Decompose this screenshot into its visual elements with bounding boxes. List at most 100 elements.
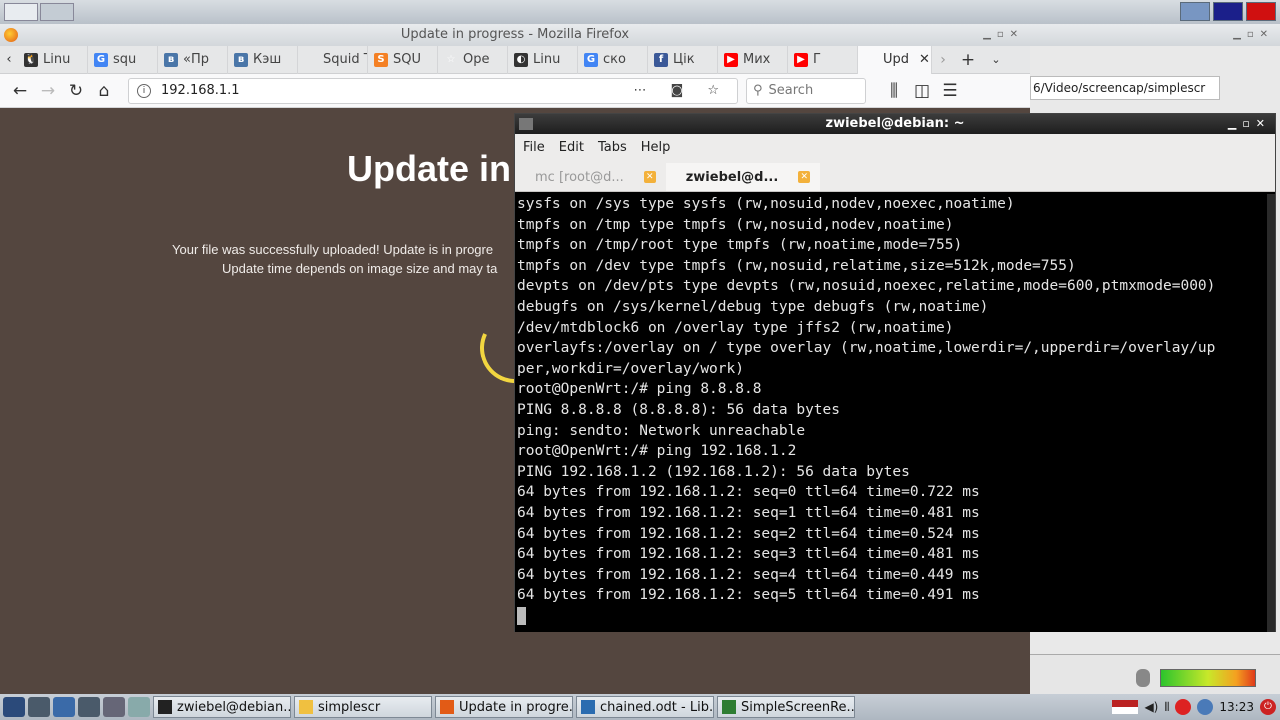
browser-tab[interactable]: в Кэш — [228, 45, 298, 74]
page-heading: Update in — [347, 148, 512, 189]
terminal-line: devpts on /dev/pts type devpts (rw,nosui… — [517, 278, 1216, 295]
tab-scroll-right-icon[interactable]: › — [932, 47, 954, 73]
navigation-toolbar: ← → ↻ ⌂ i 192.168.1.1 ⋯ ◙ ☆ ⚲ Search ⫼ ◫… — [0, 74, 1030, 108]
terminal-launcher-icon[interactable] — [78, 697, 100, 717]
menu-help[interactable]: Help — [641, 140, 671, 155]
url-bar[interactable]: i 192.168.1.1 ⋯ ◙ ☆ — [128, 77, 738, 104]
tab-list: 🐧 Linu Gsqu в «Пр в Кэш Squid T S SQU ☆ Оре ◐ Linu Gск… — [18, 45, 932, 74]
workspace-2[interactable] — [1213, 2, 1243, 21]
search-box[interactable]: ⚲ Search — [746, 77, 866, 104]
site-info-icon[interactable]: i — [137, 83, 151, 98]
browser-tab[interactable]: 🐧 Linu — [18, 45, 88, 74]
tab-label: Squid T — [323, 52, 368, 67]
terminal-line: debugfs on /sys/kernel/debug type debugf… — [517, 298, 989, 315]
audio-level-meter — [1030, 654, 1280, 694]
background-window-controls[interactable]: ▁▫✕ — [1030, 24, 1280, 46]
terminal-tab-mc[interactable]: mc [root@d... ✕ — [515, 163, 666, 191]
start-menu-icon[interactable] — [3, 697, 25, 717]
back-button[interactable]: ← — [6, 78, 34, 104]
url-text[interactable]: 192.168.1.1 — [161, 83, 240, 98]
upload-message: Your file was successfully uploaded! Upd… — [172, 242, 494, 257]
browser-tab[interactable]: Gско — [578, 45, 648, 74]
browser-tab[interactable]: ▶ Мих — [718, 45, 788, 74]
taskbar-task[interactable]: simplescr — [294, 696, 432, 718]
terminal-output[interactable]: sysfs on /sys type sysfs (rw,nosuid,node… — [515, 194, 1269, 632]
desktop-top-panel — [0, 0, 1280, 24]
close-tab-icon[interactable]: ✕ — [643, 171, 656, 183]
tab-label: SQU — [393, 52, 421, 67]
clock[interactable]: 13:23 — [1219, 700, 1254, 714]
home-button[interactable]: ⌂ — [90, 78, 118, 104]
browser-tab[interactable]: ☆ Оре — [438, 45, 508, 74]
record-icon[interactable] — [1175, 699, 1192, 715]
tab-favicon-icon: G — [584, 52, 598, 67]
close-tab-icon[interactable]: ✕ — [919, 52, 930, 67]
browser-tab[interactable]: Gsqu — [88, 45, 158, 74]
tab-list-menu-icon[interactable]: ⌄ — [982, 47, 1010, 73]
page-actions-icon[interactable]: ⋯ ◙ ☆ — [633, 83, 729, 98]
desktop-launcher[interactable] — [4, 3, 38, 21]
keyboard-layout-icon[interactable] — [1112, 700, 1139, 714]
browser-tab[interactable]: ▶ Г — [788, 45, 858, 74]
firefox-titlebar[interactable]: Update in progress - Mozilla Firefox ▁▫✕ — [0, 24, 1030, 46]
menu-tabs[interactable]: Tabs — [598, 140, 627, 155]
browser-tab[interactable]: ◐ Linu — [508, 45, 578, 74]
desktop-launcher[interactable] — [40, 3, 74, 21]
terminal-line: 64 bytes from 192.168.1.2: seq=1 ttl=64 … — [517, 504, 980, 521]
terminal-tab-zwiebel[interactable]: zwiebel@d... ✕ — [665, 163, 821, 191]
terminal-line: root@OpenWrt:/# ping 192.168.1.2 — [517, 443, 797, 460]
terminal-title: zwiebel@debian: ~ — [825, 116, 965, 131]
browser-tab[interactable]: f Цік — [648, 45, 718, 74]
window-controls[interactable]: ▁▫✕ — [983, 24, 1024, 46]
terminal-line: 64 bytes from 192.168.1.2: seq=0 ttl=64 … — [517, 484, 980, 501]
reload-button[interactable]: ↻ — [62, 78, 90, 104]
menu-file[interactable]: File — [523, 140, 545, 155]
volume-icon[interactable]: ◀) — [1144, 700, 1158, 714]
launcher-icon[interactable] — [103, 697, 125, 717]
taskbar-task[interactable]: Update in progre... — [435, 696, 573, 718]
browser-tab[interactable]: Squid T — [298, 45, 368, 74]
workspace-3[interactable] — [1246, 2, 1276, 21]
task-label: zwiebel@debian... — [177, 699, 291, 715]
terminal-window-controls[interactable]: ▁▫✕ — [1228, 114, 1271, 134]
update-icon[interactable] — [1197, 699, 1214, 715]
taskbar-task[interactable]: zwiebel@debian... — [153, 696, 291, 718]
tab-scroll-left-icon[interactable]: ‹ — [0, 47, 18, 73]
menu-icon[interactable]: ☰ — [936, 78, 964, 104]
terminal-scrollbar[interactable] — [1267, 194, 1275, 632]
tab-favicon-icon: G — [94, 52, 108, 67]
library-icon[interactable]: ⫼ — [880, 78, 908, 104]
browser-tab[interactable]: S SQU — [368, 45, 438, 74]
menu-edit[interactable]: Edit — [559, 140, 584, 155]
show-desktop-icon[interactable] — [128, 697, 150, 717]
launcher-icon[interactable] — [28, 697, 50, 717]
browser-tab[interactable]: в «Пр — [158, 45, 228, 74]
tab-label: Linu — [43, 52, 71, 67]
search-placeholder: Search — [768, 83, 814, 98]
update-time-message: Update time depends on image size and ma… — [222, 261, 498, 276]
tab-strip: ‹ 🐧 Linu Gsqu в «Пр в Кэш Squid T S SQU ☆ Оре ◐ Linu G… — [0, 45, 1030, 74]
tab-favicon-icon: ☆ — [444, 52, 458, 67]
terminal-line: per,workdir=/overlay/work) — [517, 360, 744, 377]
taskbar-task[interactable]: SimpleScreenRe... — [717, 696, 855, 718]
forward-button[interactable]: → — [34, 78, 62, 104]
sidebar-icon[interactable]: ◫ — [908, 78, 936, 104]
power-icon[interactable]: ⏻ — [1260, 699, 1276, 715]
terminal-line: ping: sendto: Network unreachable — [517, 422, 806, 439]
terminal-menubar: File Edit Tabs Help — [515, 134, 1275, 160]
path-field[interactable]: 6/Video/screencap/simplescr — [1030, 76, 1220, 100]
browser-tab[interactable]: Upd ✕ — [858, 45, 932, 74]
task-app-icon — [581, 700, 595, 714]
workspace-1[interactable] — [1180, 2, 1210, 21]
system-tray: ◀) ⫴ 13:23 ⏻ — [1112, 699, 1280, 715]
terminal-titlebar[interactable]: zwiebel@debian: ~ ▁▫✕ — [515, 114, 1275, 134]
task-app-icon — [158, 700, 172, 714]
launcher-icon[interactable] — [53, 697, 75, 717]
terminal-line: tmpfs on /dev type tmpfs (rw,nosuid,rela… — [517, 257, 1076, 274]
close-tab-icon[interactable]: ✕ — [798, 171, 811, 183]
taskbar-task[interactable]: chained.odt - Lib... — [576, 696, 714, 718]
network-icon[interactable]: ⫴ — [1164, 700, 1169, 715]
terminal-line: 64 bytes from 192.168.1.2: seq=2 ttl=64 … — [517, 525, 980, 542]
new-tab-button[interactable]: + — [954, 47, 982, 73]
terminal-line: 64 bytes from 192.168.1.2: seq=4 ttl=64 … — [517, 566, 980, 583]
